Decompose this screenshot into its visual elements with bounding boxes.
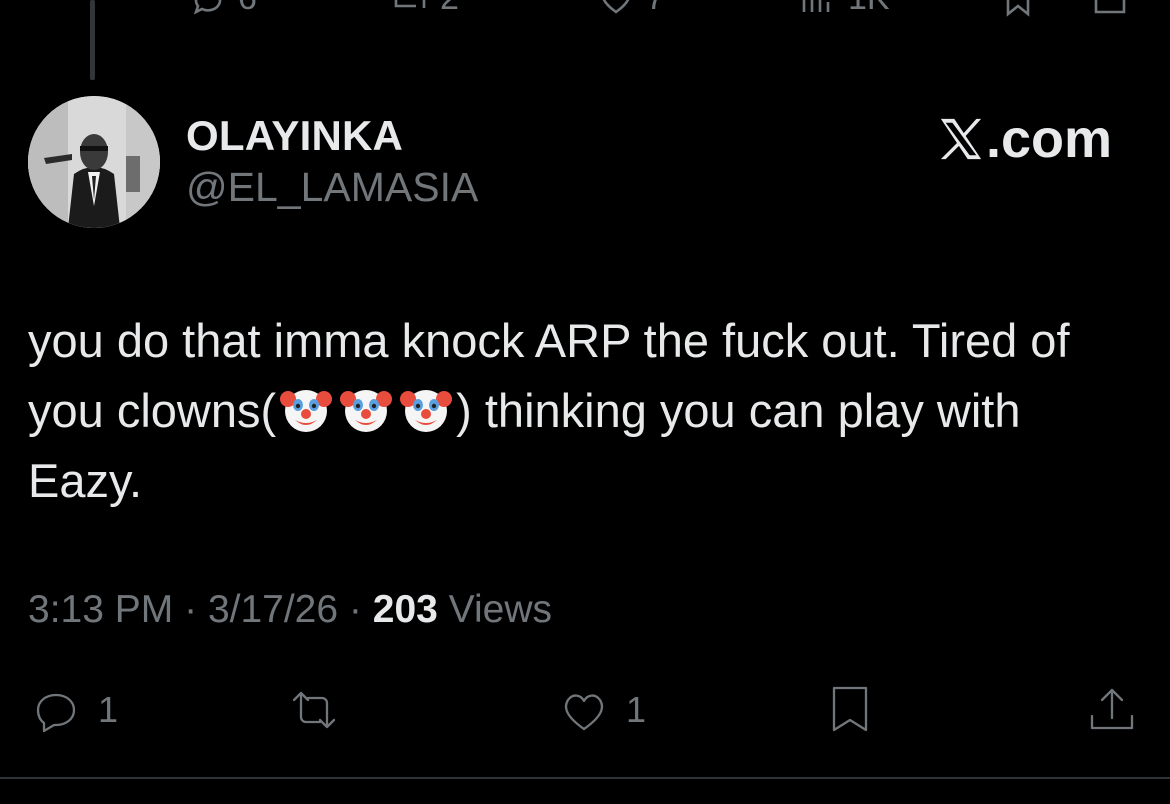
share-icon	[1094, 0, 1126, 14]
tweet-date[interactable]: 3/17/26	[208, 588, 338, 631]
prev-like-action[interactable]: 7	[596, 0, 665, 18]
reply-icon	[36, 693, 76, 733]
x-logo-icon	[940, 118, 982, 160]
prev-views-action[interactable]: 1K	[798, 0, 890, 18]
tweet-text: you do that imma knock ARP the fuck out.…	[28, 306, 1138, 516]
views-icon	[802, 0, 830, 12]
views-count: 203	[372, 588, 438, 631]
meta-separator: ·	[348, 588, 362, 631]
divider	[0, 777, 1170, 779]
bookmark-button[interactable]	[822, 682, 878, 738]
clown-face-icon	[280, 390, 333, 432]
bookmark-icon	[832, 686, 868, 732]
meta-separator: ·	[184, 588, 198, 631]
previous-tweet-action-bar: 6 2 7 1K	[0, 0, 1170, 18]
share-icon	[1090, 688, 1134, 730]
prev-like-count: 7	[646, 0, 665, 18]
prev-repost-count: 2	[440, 0, 459, 18]
repost-button[interactable]	[286, 682, 356, 738]
prev-views-count: 1K	[848, 0, 890, 18]
heart-icon	[564, 694, 604, 731]
reply-count: 1	[98, 689, 119, 730]
clown-face-icon	[400, 390, 453, 432]
like-button[interactable]: 1	[556, 682, 646, 738]
brand-domain: .com	[985, 109, 1112, 169]
prev-repost-action[interactable]: 2	[390, 0, 459, 18]
author-handle[interactable]: @EL_LAMASIA	[186, 164, 478, 211]
repost-icon	[292, 691, 336, 729]
profile-photo	[28, 96, 160, 228]
x-logo-brand: .com	[938, 108, 1112, 170]
prev-bookmark-action[interactable]	[998, 0, 1038, 18]
avatar[interactable]	[28, 96, 160, 228]
prev-reply-action[interactable]: 6	[188, 0, 257, 18]
clown-face-icon	[340, 390, 393, 432]
tweet-action-bar: 1 1	[0, 682, 1170, 748]
prev-reply-count: 6	[238, 0, 257, 18]
tweet-metadata: 3:13 PM · 3/17/26 · 203 Views	[28, 588, 552, 632]
bookmark-icon	[1006, 0, 1030, 17]
heart-icon	[602, 0, 630, 14]
repost-icon	[394, 0, 426, 8]
prev-share-action[interactable]	[1090, 0, 1130, 18]
reply-button[interactable]: 1	[28, 682, 118, 738]
author-display-name[interactable]: OLAYINKA	[186, 112, 403, 160]
tweet-time[interactable]: 3:13 PM	[28, 588, 173, 631]
share-button[interactable]	[1084, 682, 1140, 738]
reply-icon	[193, 0, 222, 15]
like-count: 1	[626, 689, 647, 730]
views-label: Views	[448, 588, 552, 631]
